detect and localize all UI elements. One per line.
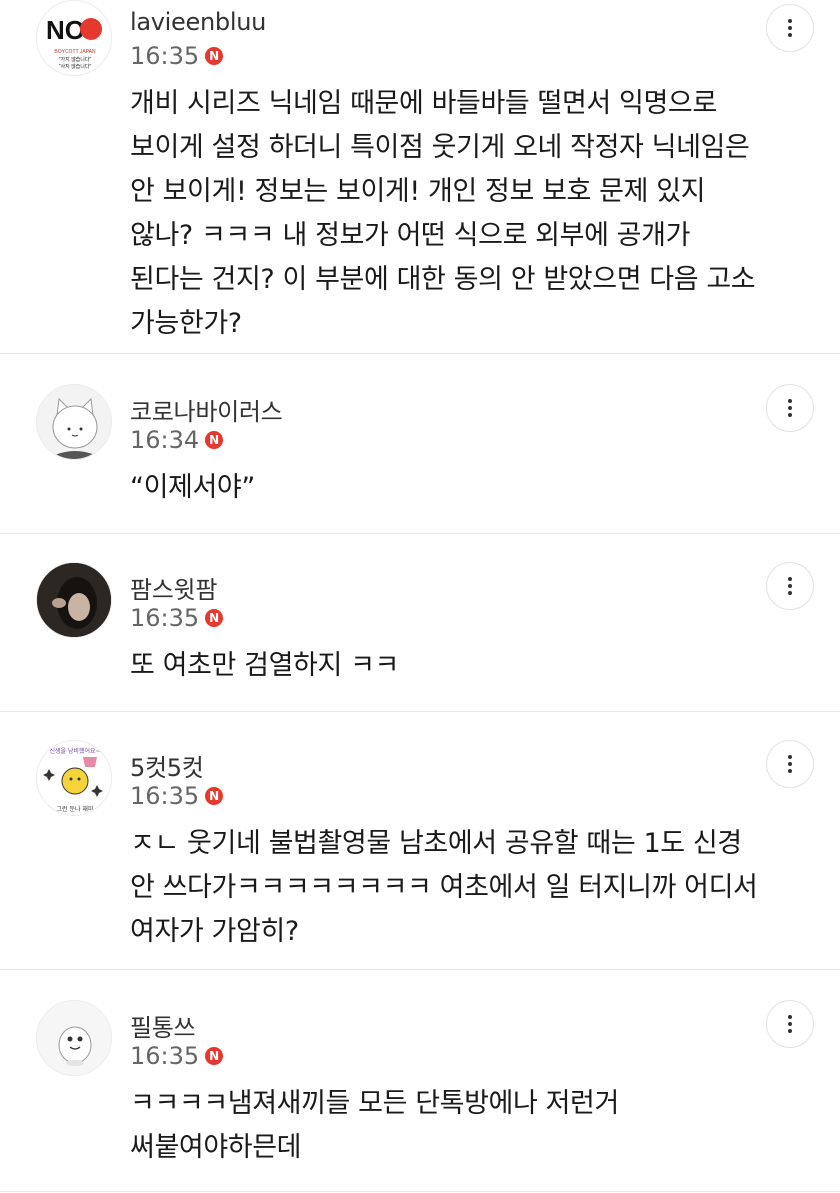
- more-options-button[interactable]: [766, 384, 814, 432]
- comment-time: 16:35: [130, 1042, 200, 1070]
- more-options-button[interactable]: [766, 740, 814, 788]
- avatar-caption-top: 신생을 낭비했어요~: [49, 747, 100, 755]
- comment-line: 안 쓰다가ㅋㅋㅋㅋㅋㅋㅋㅋ 여초에서 일 터지니까 어디서: [130, 872, 758, 903]
- cat-character-icon: [52, 397, 98, 459]
- more-options-button[interactable]: [766, 1000, 814, 1048]
- comment-time: 16:35: [130, 782, 200, 810]
- comment-line: 않나? ㅋㅋㅋ 내 정보가 어떤 식으로 외부에 공개가: [130, 220, 691, 251]
- comment-line: 안 보이게! 정보는 보이게! 개인 정보 보호 문제 있지: [130, 176, 706, 207]
- comment-author[interactable]: 팜스윗팜: [130, 570, 217, 605]
- comment-meta: 16:35 N: [130, 782, 224, 810]
- profile-photo-icon: [37, 563, 111, 637]
- comment-line: 가능한가?: [130, 308, 242, 339]
- avatar[interactable]: [36, 562, 112, 638]
- avatar[interactable]: [36, 1000, 112, 1076]
- comment-time: 16:34: [130, 426, 200, 454]
- comment-meta: 16:34 N: [130, 426, 224, 454]
- comment-body: ㅈㄴ 웃기네 불법촬영물 남초에서 공유할 때는 1도 신경 안 쓰다가ㅋㅋㅋㅋ…: [130, 822, 780, 954]
- comment-author[interactable]: 5컷5컷: [130, 748, 204, 783]
- boycott-japan-logo-icon: NO BOYCOTT JAPAN "가지 않습니다" "사지 않습니다": [46, 15, 102, 70]
- comment-author[interactable]: 코로나바이러스: [130, 392, 283, 427]
- comment-line: 여자가 가암히?: [130, 916, 299, 947]
- more-options-button[interactable]: [766, 562, 814, 610]
- comment-meta: 16:35 N: [130, 604, 224, 632]
- comment-item: NO BOYCOTT JAPAN "가지 않습니다" "사지 않습니다" lav…: [0, 0, 840, 354]
- new-badge-icon: N: [205, 787, 224, 805]
- comment-line: 된다는 건지? 이 부분에 대한 동의 안 받았으면 다음 고소: [130, 264, 756, 295]
- comment-author[interactable]: lavieenbluu: [130, 8, 266, 36]
- new-badge-icon: N: [205, 431, 224, 449]
- character-sticker-icon: 신생을 낭비했어요~ 그런 둔나 재미: [43, 747, 103, 813]
- comment-item: 코로나바이러스 16:34 N “이제서야”: [0, 354, 840, 534]
- comment-meta: 16:35 N: [130, 1042, 224, 1070]
- comment-line: 개비 시리즈 닉네임 때문에 바들바들 떨면서 익명으로: [130, 88, 717, 119]
- comment-author[interactable]: 필통쓰: [130, 1008, 196, 1043]
- penguin-character-icon: [58, 1026, 92, 1066]
- avatar-caption-bottom: 그런 둔나 재미: [57, 805, 94, 813]
- avatar-caption-3: "사지 않습니다": [59, 63, 92, 70]
- avatar-caption-1: BOYCOTT JAPAN: [54, 49, 96, 55]
- avatar[interactable]: 신생을 낭비했어요~ 그런 둔나 재미: [36, 740, 112, 816]
- comment-line: ㅈㄴ 웃기네 불법촬영물 남초에서 공유할 때는 1도 신경: [130, 828, 742, 859]
- comment-line: 또 여초만 검열하지 ㅋㅋ: [130, 650, 399, 681]
- comment-body: “이제서야”: [130, 466, 780, 510]
- avatar-no-text: NO: [46, 15, 85, 45]
- avatar-caption-2: "가지 않습니다": [59, 56, 92, 63]
- comment-body: 개비 시리즈 닉네임 때문에 바들바들 떨면서 익명으로 보이게 설정 하더니 …: [130, 82, 780, 346]
- new-badge-icon: N: [205, 609, 224, 627]
- new-badge-icon: N: [205, 1047, 224, 1065]
- comment-body: 또 여초만 검열하지 ㅋㅋ: [130, 644, 780, 688]
- comment-time: 16:35: [130, 42, 200, 70]
- more-options-button[interactable]: [766, 4, 814, 52]
- comment-line: “이제서야”: [130, 472, 255, 503]
- comment-meta: 16:35 N: [130, 42, 224, 70]
- comment-item: 필통쓰 16:35 N ㅋㅋㅋㅋ냄져새끼들 모든 단톡방에나 저런거 써붙여야하…: [0, 970, 840, 1192]
- avatar[interactable]: [36, 384, 112, 460]
- comment-item: 신생을 낭비했어요~ 그런 둔나 재미 5컷5컷 16:35 N ㅈㄴ 웃기네 …: [0, 712, 840, 970]
- comment-body: ㅋㅋㅋㅋ냄져새끼들 모든 단톡방에나 저런거 써붙여야하믄데: [130, 1082, 780, 1170]
- avatar[interactable]: NO BOYCOTT JAPAN "가지 않습니다" "사지 않습니다": [36, 0, 112, 76]
- comment-line: 써붙여야하믄데: [130, 1132, 302, 1163]
- comment-time: 16:35: [130, 604, 200, 632]
- new-badge-icon: N: [205, 47, 224, 65]
- comment-line: ㅋㅋㅋㅋ냄져새끼들 모든 단톡방에나 저런거: [130, 1088, 619, 1119]
- comment-line: 보이게 설정 하더니 특이점 웃기게 오네 작정자 닉네임은: [130, 132, 750, 163]
- comment-item: 팜스윗팜 16:35 N 또 여초만 검열하지 ㅋㅋ: [0, 534, 840, 712]
